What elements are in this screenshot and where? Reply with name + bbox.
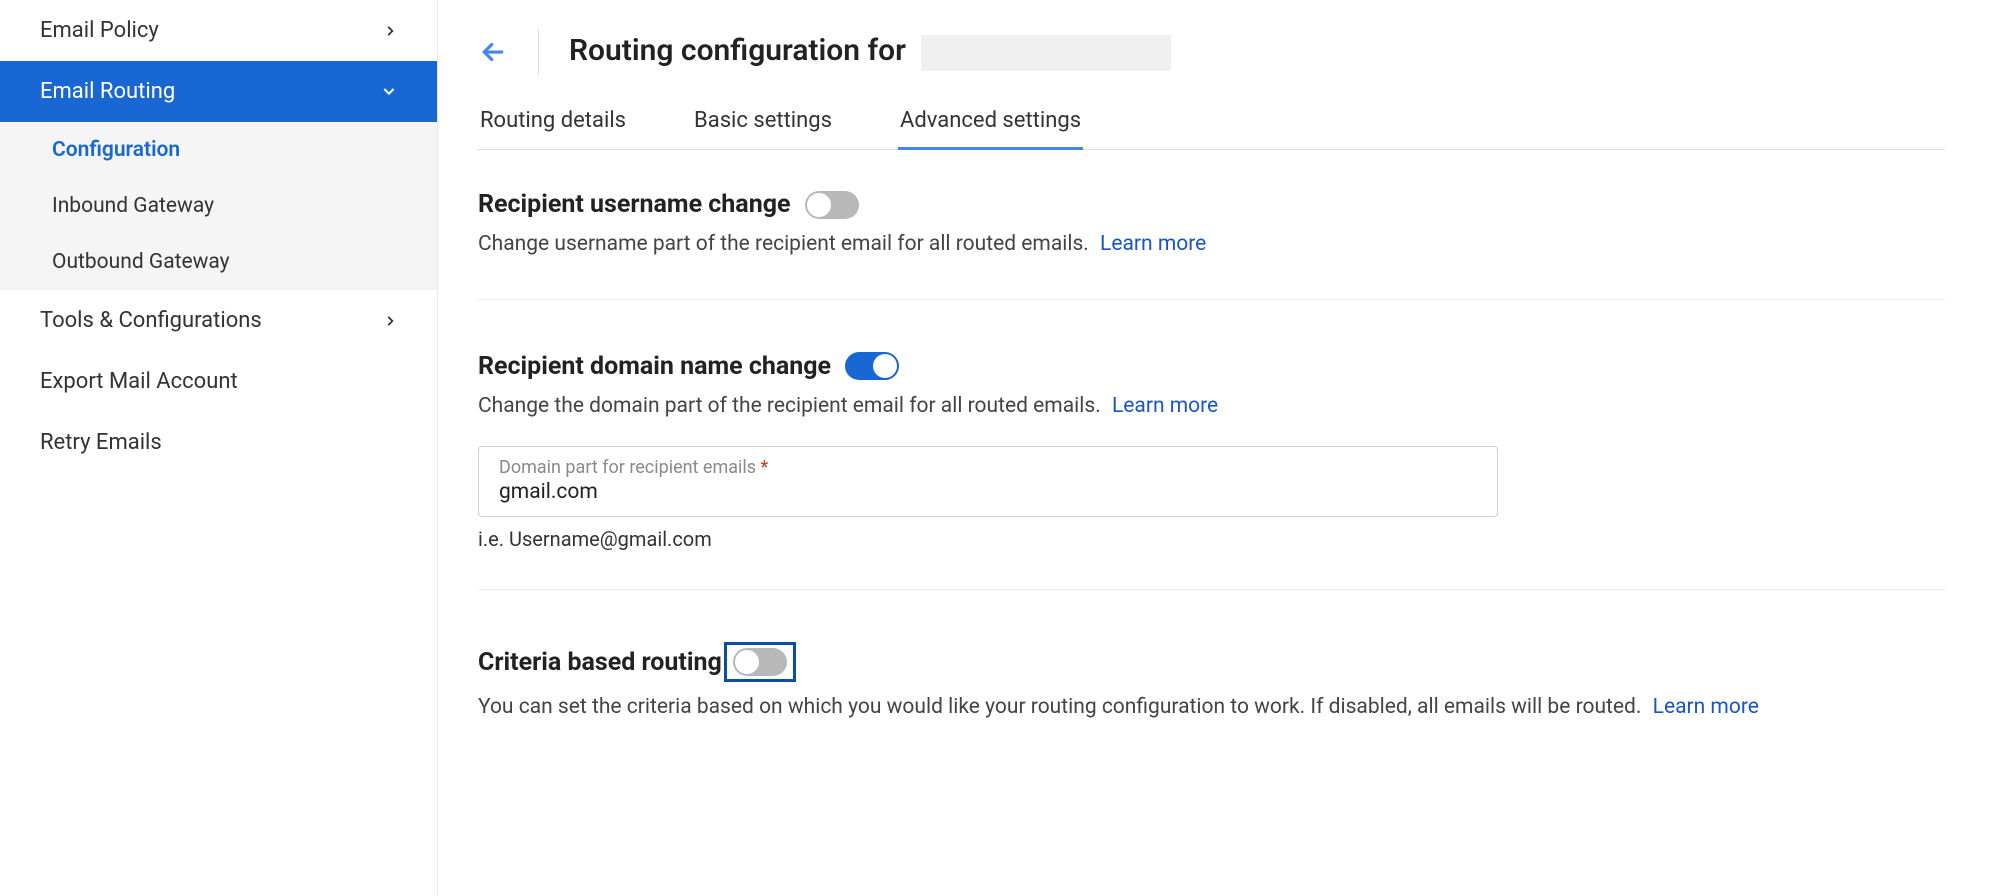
field-label: Domain part for recipient emails * — [499, 457, 1477, 478]
sidebar-item-retry-emails[interactable]: Retry Emails — [0, 412, 437, 473]
toggle-recipient-username-change[interactable] — [805, 191, 859, 219]
sidebar-item-email-routing[interactable]: Email Routing — [0, 61, 437, 122]
section-description: You can set the criteria based on which … — [478, 692, 1945, 724]
section-criteria-based-routing: Criteria based routing You can set the c… — [478, 642, 1945, 762]
sidebar-subitem-inbound-gateway[interactable]: Inbound Gateway — [0, 178, 437, 234]
tab-routing-details[interactable]: Routing details — [478, 96, 628, 149]
toggle-criteria-based-routing[interactable] — [733, 648, 787, 676]
domain-input-field[interactable]: Domain part for recipient emails * — [478, 446, 1498, 517]
chevron-right-icon — [383, 309, 397, 333]
sidebar-item-label: Retry Emails — [40, 430, 162, 455]
tab-advanced-settings[interactable]: Advanced settings — [898, 96, 1083, 149]
sidebar-item-label: Export Mail Account — [40, 369, 238, 394]
sidebar-item-label: Email Routing — [40, 79, 175, 104]
sidebar-item-label: Tools & Configurations — [40, 308, 262, 333]
sidebar-subitem-configuration[interactable]: Configuration — [0, 122, 437, 178]
section-title: Recipient username change — [478, 190, 791, 219]
section-description: Change username part of the recipient em… — [478, 229, 1945, 261]
toggle-recipient-domain-change[interactable] — [845, 352, 899, 380]
page-title-text: Routing configuration for — [569, 33, 906, 68]
section-title: Recipient domain name change — [478, 352, 831, 381]
tabs: Routing details Basic settings Advanced … — [478, 96, 1945, 150]
main-content: Routing configuration for Routing detail… — [438, 0, 2000, 896]
redacted-name — [921, 35, 1171, 71]
required-asterisk: * — [756, 457, 768, 478]
toggle-highlight-box — [724, 642, 796, 682]
arrow-left-icon — [478, 37, 508, 67]
field-label-text: Domain part for recipient emails — [499, 457, 756, 478]
learn-more-link[interactable]: Learn more — [1653, 695, 1759, 719]
sidebar-submenu: Configuration Inbound Gateway Outbound G… — [0, 122, 437, 290]
domain-input[interactable] — [499, 478, 1477, 504]
desc-text: Change the domain part of the recipient … — [478, 394, 1101, 418]
desc-text: Change username part of the recipient em… — [478, 232, 1089, 256]
section-recipient-domain-change: Recipient domain name change Change the … — [478, 352, 1945, 591]
sidebar-item-email-policy[interactable]: Email Policy — [0, 0, 437, 61]
desc-text: You can set the criteria based on which … — [478, 695, 1641, 719]
page-title: Routing configuration for — [569, 33, 1171, 70]
field-hint: i.e. Username@gmail.com — [478, 527, 1945, 551]
sidebar-item-export-mail-account[interactable]: Export Mail Account — [0, 351, 437, 412]
divider — [538, 30, 539, 74]
section-description: Change the domain part of the recipient … — [478, 391, 1945, 423]
chevron-right-icon — [383, 19, 397, 43]
page-header: Routing configuration for — [478, 30, 1945, 74]
sidebar-subitem-outbound-gateway[interactable]: Outbound Gateway — [0, 234, 437, 290]
learn-more-link[interactable]: Learn more — [1100, 232, 1206, 256]
sidebar: Email Policy Email Routing Configuration… — [0, 0, 438, 896]
section-title: Criteria based routing — [478, 648, 722, 677]
tab-basic-settings[interactable]: Basic settings — [692, 96, 834, 149]
sidebar-item-label: Email Policy — [40, 18, 159, 43]
chevron-down-icon — [381, 80, 397, 104]
sidebar-item-tools-configurations[interactable]: Tools & Configurations — [0, 290, 437, 351]
back-button[interactable] — [478, 37, 508, 67]
section-recipient-username-change: Recipient username change Change usernam… — [478, 190, 1945, 300]
learn-more-link[interactable]: Learn more — [1112, 394, 1218, 418]
